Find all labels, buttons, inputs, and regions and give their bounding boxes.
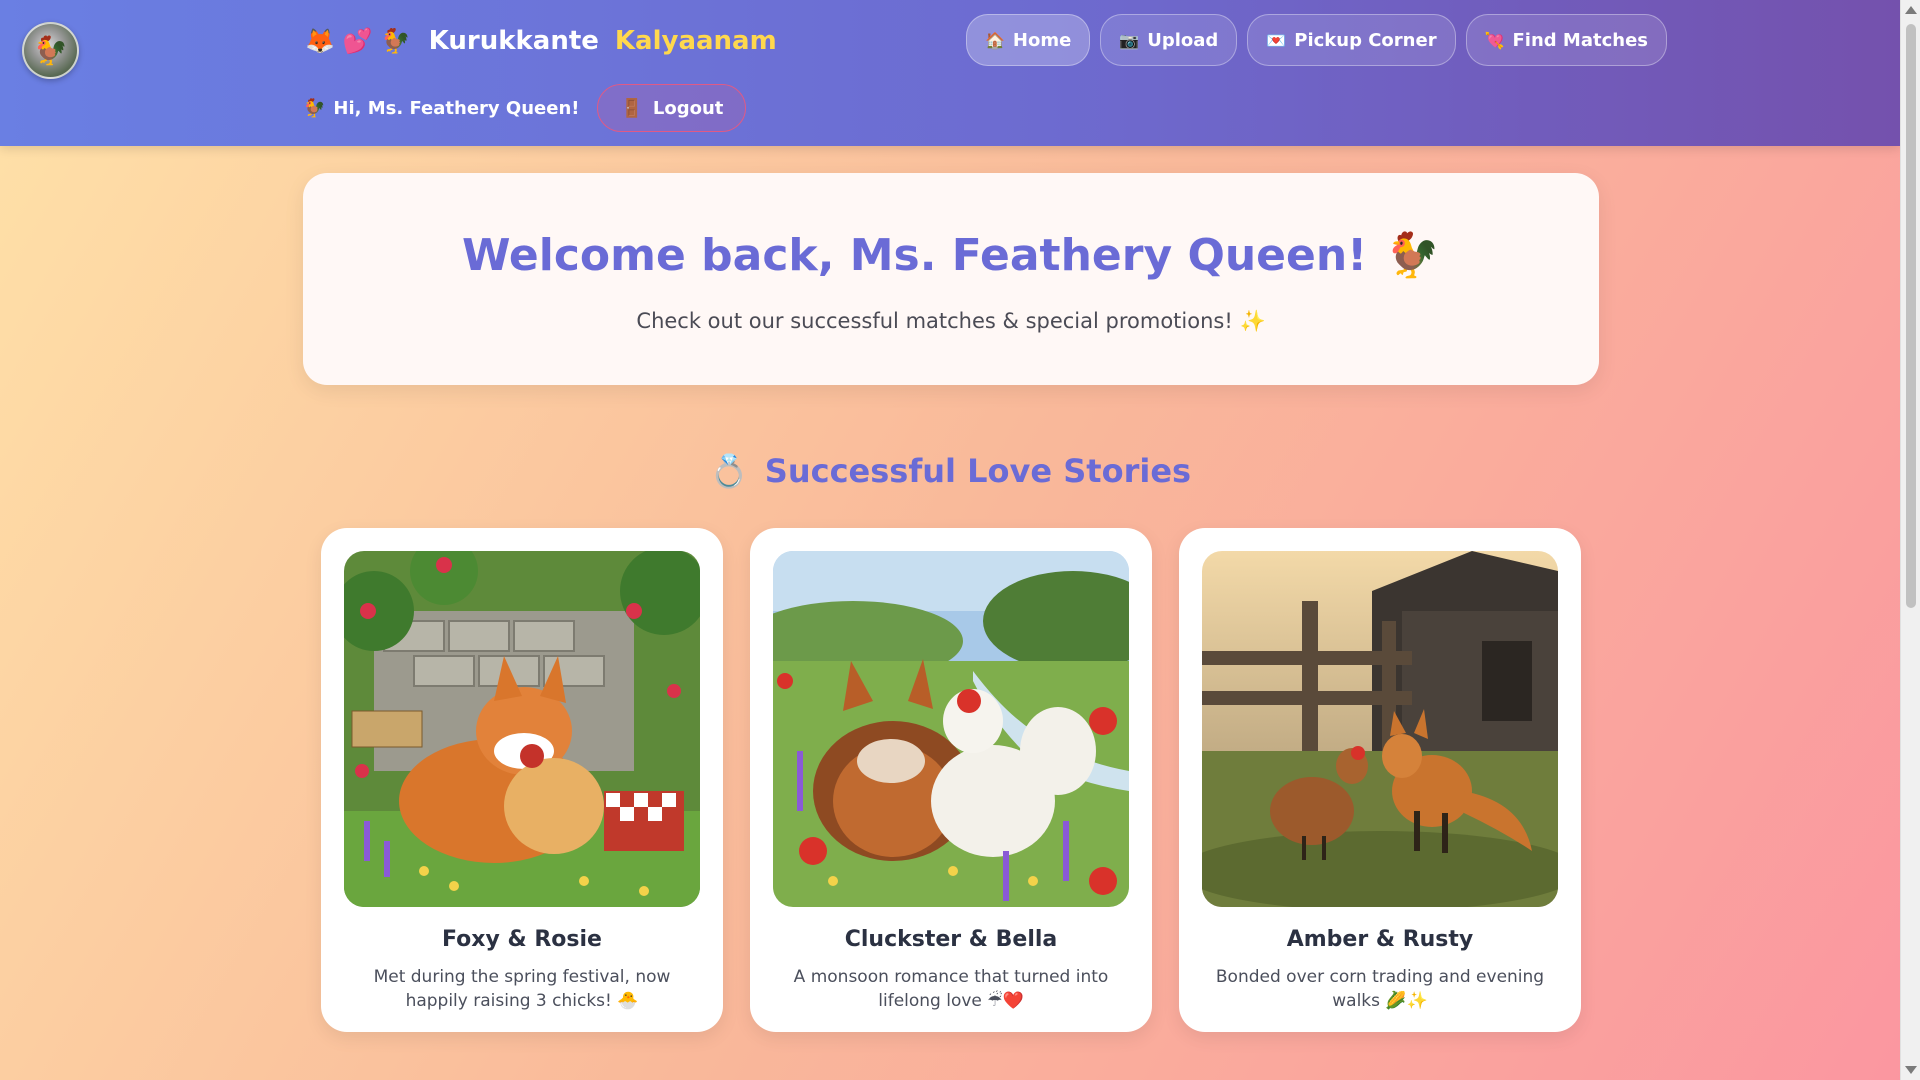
story-title: Foxy & Rosie — [442, 927, 602, 952]
story-text: Bonded over corn trading and evening wal… — [1215, 967, 1545, 1011]
vertical-scrollbar[interactable] — [1900, 0, 1920, 1080]
brand-accent: Kalyaanam — [614, 26, 777, 56]
camera-icon: 📷 — [1119, 30, 1140, 50]
scrollbar-thumb[interactable] — [1906, 24, 1916, 608]
story-text: Met during the spring festival, now happ… — [373, 967, 671, 1011]
ring-icon: 💍 — [708, 452, 749, 490]
logout-label: Logout — [652, 97, 724, 119]
love-letter-icon: 💌 — [1266, 30, 1287, 50]
scroll-up-arrow-icon[interactable] — [1905, 6, 1917, 14]
heart-arrow-icon: 💘 — [1484, 30, 1505, 50]
story-card[interactable]: Amber & Rusty Bonded over corn trading a… — [1179, 528, 1581, 1032]
rooster-icon: 🐓 — [303, 97, 326, 119]
fox-icon: 🦊 — [305, 27, 335, 55]
story-card[interactable]: Foxy & Rosie Met during the spring festi… — [321, 528, 723, 1032]
story-title: Amber & Rusty — [1286, 927, 1474, 952]
story-card[interactable]: Cluckster & Bella A monsoon romance that… — [750, 528, 1152, 1032]
profile-avatar[interactable]: 🐓 — [22, 22, 79, 79]
love-stories-heading: 💍 Successful Love Stories — [0, 452, 1900, 490]
home-icon: 🏠 — [985, 30, 1005, 50]
welcome-card: Welcome back, Ms. Feathery Queen! 🐓 Chec… — [303, 173, 1599, 385]
section-title: Successful Love Stories — [764, 452, 1192, 490]
top-navigation-bar: 🐓 🦊 💕 🐓 Kurukkante Kalyaanam 🏠 Home 📷 Up… — [0, 0, 1900, 146]
welcome-heading: Welcome back, Ms. Feathery Queen! 🐓 — [303, 229, 1599, 282]
nav-home-label: Home — [1012, 29, 1072, 51]
nav-pickup-corner-button[interactable]: 💌 Pickup Corner — [1247, 14, 1456, 66]
logout-button[interactable]: 🚪 Logout — [597, 84, 747, 132]
door-icon: 🚪 — [620, 97, 643, 119]
brand-title: Kurukkante — [428, 26, 599, 56]
love-stories-list: Foxy & Rosie Met during the spring festi… — [321, 528, 1581, 1032]
rooster-icon: 🐓 — [380, 27, 411, 55]
nav-upload-button[interactable]: 📷 Upload — [1100, 14, 1238, 66]
nav-pickup-corner-label: Pickup Corner — [1294, 29, 1437, 51]
welcome-title: Welcome back, Ms. Feathery Queen! — [461, 229, 1368, 281]
brand-logo[interactable]: 🦊 💕 🐓 Kurukkante Kalyaanam — [305, 22, 777, 60]
nav-find-matches-button[interactable]: 💘 Find Matches — [1465, 14, 1668, 66]
story-title: Cluckster & Bella — [844, 927, 1058, 952]
scroll-down-arrow-icon[interactable] — [1905, 1066, 1917, 1074]
story-image-fox-and-hen-picnic — [344, 551, 700, 907]
user-greeting: 🐓 Hi, Ms. Feathery Queen! — [303, 98, 579, 119]
rooster-icon: 🐓 — [1385, 230, 1441, 281]
welcome-subtitle: Check out our successful matches & speci… — [636, 309, 1266, 333]
hearts-icon: 💕 — [342, 27, 373, 55]
story-image-hen-and-fox-farm — [1202, 551, 1558, 907]
story-image-fox-and-hens-meadow — [773, 551, 1129, 907]
nav-upload-label: Upload — [1147, 29, 1219, 51]
nav-home-button[interactable]: 🏠 Home — [966, 14, 1091, 66]
greeting-text: Hi, Ms. Feathery Queen! — [333, 97, 580, 119]
story-text: A monsoon romance that turned into lifel… — [793, 967, 1109, 1011]
user-bar: 🐓 Hi, Ms. Feathery Queen! 🚪 Logout — [303, 84, 747, 132]
rooster-avatar-icon: 🐓 — [33, 34, 68, 67]
main-nav: 🏠 Home 📷 Upload 💌 Pickup Corner 💘 Find M… — [966, 14, 1668, 66]
nav-find-matches-label: Find Matches — [1512, 29, 1649, 51]
